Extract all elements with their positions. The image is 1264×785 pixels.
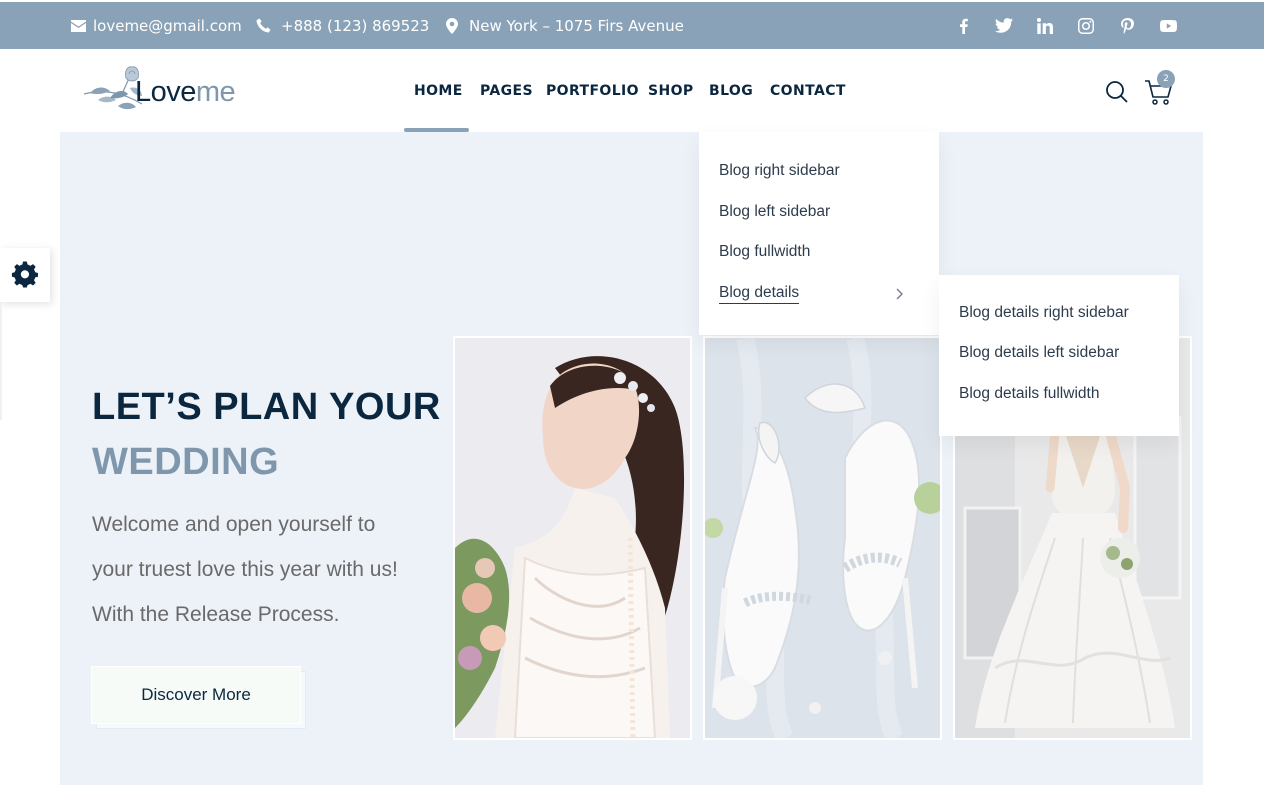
menu-item-blog-details[interactable]: Blog details <box>719 284 800 304</box>
email-text: loveme@gmail.com <box>93 16 242 35</box>
envelope-icon <box>71 19 86 32</box>
settings-toggle-button[interactable] <box>0 248 50 302</box>
hero-title-line1: LET’S PLAN YOUR <box>92 386 441 428</box>
linkedin-link[interactable] <box>1035 2 1055 49</box>
twitter-link[interactable] <box>994 2 1014 49</box>
top-bar: loveme@gmail.com +888 (123) 869523 New Y… <box>0 2 1264 49</box>
map-pin-icon <box>446 17 458 34</box>
hero-description-line: your truest love this year with us! <box>92 558 398 581</box>
menu-item-blog-right-sidebar[interactable]: Blog right sidebar <box>719 162 840 180</box>
side-panel-edge <box>0 302 2 420</box>
hero-title-line2: WEDDING <box>92 441 280 483</box>
cart-count-badge: 2 <box>1157 70 1175 88</box>
nav-shop[interactable]: SHOP <box>648 78 694 104</box>
twitter-icon <box>995 18 1013 33</box>
linkedin-icon <box>1037 17 1053 34</box>
blog-details-submenu: Blog details right sidebar Blog details … <box>939 275 1179 436</box>
gear-icon <box>11 261 38 288</box>
hero-description-line: Welcome and open yourself to <box>92 513 376 536</box>
facebook-icon <box>959 18 968 34</box>
nav-blog[interactable]: BLOG <box>709 78 753 104</box>
phone-text: +888 (123) 869523 <box>281 16 430 35</box>
blog-dropdown-menu: Blog right sidebar Blog left sidebar Blo… <box>699 132 939 335</box>
youtube-icon <box>1159 19 1177 32</box>
nav-portfolio[interactable]: PORTFOLIO <box>546 78 639 104</box>
submenu-item-details-fullwidth[interactable]: Blog details fullwidth <box>959 385 1099 403</box>
pinterest-icon <box>1120 17 1134 34</box>
menu-item-blog-fullwidth[interactable]: Blog fullwidth <box>719 243 810 261</box>
submenu-item-details-left-sidebar[interactable]: Blog details left sidebar <box>959 344 1119 362</box>
submenu-item-details-right-sidebar[interactable]: Blog details right sidebar <box>959 304 1129 322</box>
facebook-link[interactable] <box>953 2 973 49</box>
email-contact[interactable]: loveme@gmail.com <box>71 2 242 49</box>
logo-text-part1: Love <box>135 76 196 108</box>
nav-contact[interactable]: CONTACT <box>770 78 846 104</box>
search-icon <box>1106 81 1128 103</box>
wedding-shoes-photo <box>703 336 942 740</box>
hero-description: Welcome and open yourself to your truest… <box>92 502 437 637</box>
nav-pages[interactable]: PAGES <box>480 78 533 104</box>
menu-item-blog-left-sidebar[interactable]: Blog left sidebar <box>719 203 830 221</box>
hero-description-line: With the Release Process. <box>92 603 340 626</box>
instagram-icon <box>1078 17 1094 34</box>
phone-contact[interactable]: +888 (123) 869523 <box>256 2 429 49</box>
bride-photo <box>453 336 692 740</box>
address-contact: New York – 1075 Firs Avenue <box>446 2 684 49</box>
address-text: New York – 1075 Firs Avenue <box>469 16 684 35</box>
nav-home[interactable]: HOME <box>414 78 463 104</box>
logo-text: Loveme <box>135 76 236 109</box>
site-logo[interactable]: Loveme <box>82 64 242 119</box>
discover-more-button[interactable]: Discover More <box>91 666 301 724</box>
youtube-link[interactable] <box>1158 2 1178 49</box>
phone-icon <box>256 18 271 33</box>
search-button[interactable] <box>1105 80 1129 104</box>
pinterest-link[interactable] <box>1117 2 1137 49</box>
logo-text-part2: me <box>195 76 236 108</box>
instagram-link[interactable] <box>1076 2 1096 49</box>
chevron-right-icon <box>896 288 903 300</box>
